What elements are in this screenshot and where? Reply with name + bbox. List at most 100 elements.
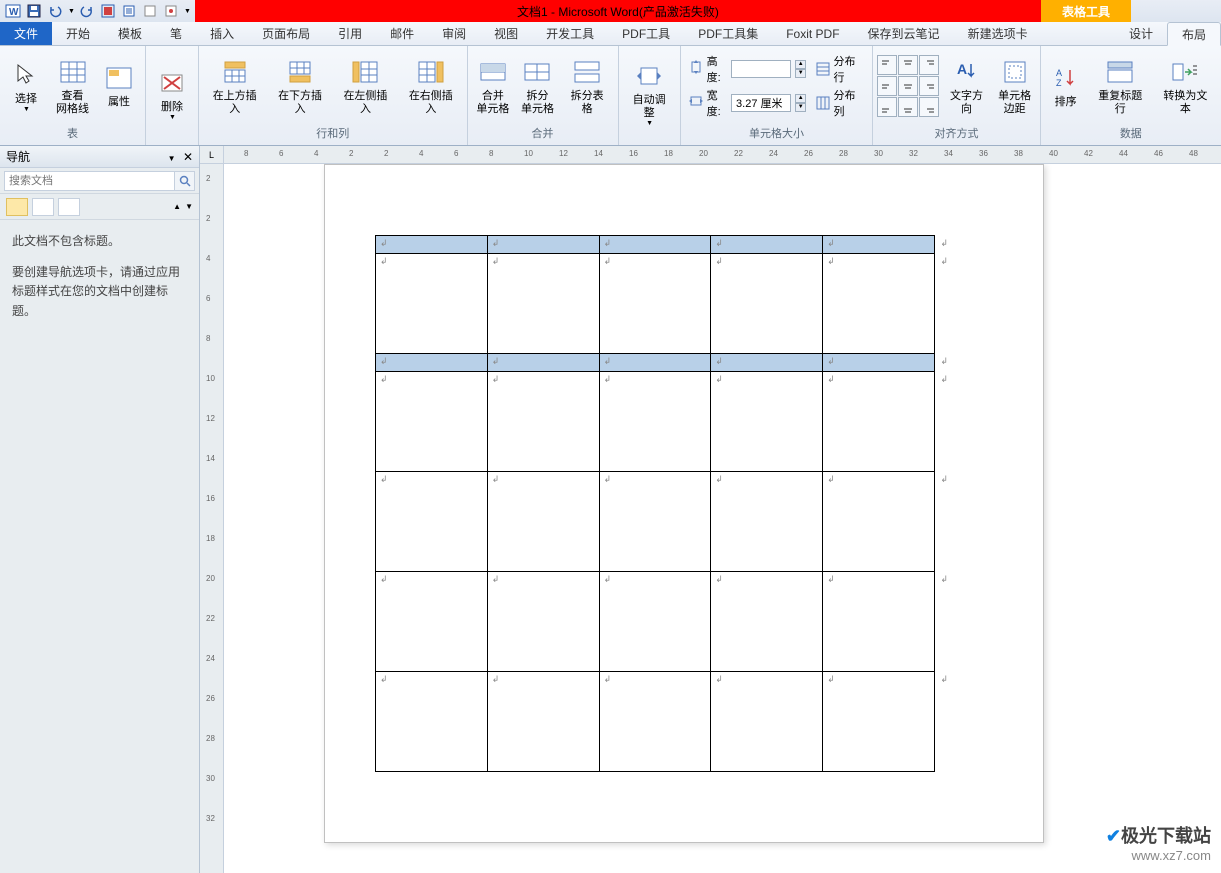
autofit-button[interactable]: 自动调整▼ (623, 58, 676, 129)
tab-pagelayout[interactable]: 页面布局 (248, 22, 324, 45)
nav-prev[interactable]: ▲ (173, 202, 181, 211)
delete-button[interactable]: 删除▼ (150, 65, 194, 123)
align-tl[interactable] (877, 55, 897, 75)
text-direction-button[interactable]: A文字方向 (941, 54, 991, 118)
qat-icon-2[interactable] (120, 2, 138, 20)
split-table-button[interactable]: 拆分表格 (561, 54, 614, 118)
group-table: 选择▼ 查看 网格线 属性 表 (0, 46, 146, 145)
align-mc[interactable] (898, 76, 918, 96)
tab-mailings[interactable]: 邮件 (376, 22, 428, 45)
main-area: 导航 ▼ ✕ ▲ ▼ 此文档不包含标题。 要创建导航选项卡，请通过应用标题样式在… (0, 146, 1221, 873)
nav-view-results[interactable] (58, 198, 80, 216)
nav-no-headings: 此文档不包含标题。 (12, 232, 187, 251)
cursor-icon (10, 59, 42, 91)
select-button[interactable]: 选择▼ (4, 57, 48, 115)
tab-home[interactable]: 开始 (52, 22, 104, 45)
height-spin-up[interactable]: ▲ (795, 60, 806, 69)
align-ml[interactable] (877, 76, 897, 96)
nav-header: 导航 ▼ ✕ (0, 146, 199, 168)
ribbon: 选择▼ 查看 网格线 属性 表 删除▼ 在上方插入 在下方插入 在左侧插入 在右… (0, 46, 1221, 146)
insert-left-button[interactable]: 在左侧插入 (334, 54, 397, 118)
undo-dropdown[interactable]: ▼ (68, 8, 75, 15)
sort-button[interactable]: AZ排序 (1045, 60, 1087, 111)
document-area: L 86422468101214161820222426283032343638… (200, 146, 1221, 873)
tab-cloudnote[interactable]: 保存到云笔记 (854, 22, 954, 45)
qat-icon-4[interactable] (162, 2, 180, 20)
align-br[interactable] (919, 97, 939, 117)
distribute-rows-button[interactable]: 分布行 (816, 53, 864, 85)
nav-view-pages[interactable] (32, 198, 54, 216)
width-label: 宽度: (707, 87, 727, 119)
group-autofit: 自动调整▼ (619, 46, 681, 145)
window-title: 文档1 - Microsoft Word(产品激活失败) (195, 0, 1041, 22)
tab-review[interactable]: 审阅 (428, 22, 480, 45)
ruler-corner: L (200, 146, 224, 164)
alignment-grid (877, 55, 939, 117)
document-table[interactable]: ↲↲↲↲↲↲ ↲↲↲↲↲↲ ↲↲↲↲↲↲ ↲↲↲↲↲↲ ↲↲↲↲↲↲ ↲↲↲↲↲… (375, 235, 935, 772)
qat-customize[interactable]: ▼ (184, 8, 191, 15)
search-button[interactable] (175, 171, 195, 191)
tab-foxitpdf[interactable]: Foxit PDF (772, 22, 853, 45)
qat-icon-3[interactable] (141, 2, 159, 20)
split-cells-button[interactable]: 拆分 单元格 (516, 54, 559, 118)
insert-above-icon (219, 56, 251, 88)
properties-button[interactable]: 属性 (97, 60, 141, 111)
repeat-header-button[interactable]: 重复标题行 (1089, 54, 1152, 118)
svg-text:W: W (9, 7, 19, 18)
autofit-icon (633, 60, 665, 92)
insert-right-button[interactable]: 在右侧插入 (399, 54, 462, 118)
align-tr[interactable] (919, 55, 939, 75)
group-rows-cols: 在上方插入 在下方插入 在左侧插入 在右侧插入 行和列 (199, 46, 468, 145)
view-gridlines-button[interactable]: 查看 网格线 (50, 54, 95, 118)
tab-layout[interactable]: 布局 (1167, 22, 1221, 46)
svg-text:Z: Z (1056, 78, 1062, 88)
tab-insert[interactable]: 插入 (196, 22, 248, 45)
insert-above-button[interactable]: 在上方插入 (203, 54, 266, 118)
text-direction-icon: A (951, 56, 983, 88)
width-spin-down[interactable]: ▼ (795, 103, 806, 112)
nav-next[interactable]: ▼ (185, 202, 193, 211)
delete-icon (156, 67, 188, 99)
tab-references[interactable]: 引用 (324, 22, 376, 45)
align-bl[interactable] (877, 97, 897, 117)
tab-design[interactable]: 设计 (1115, 22, 1167, 45)
tab-pdftools[interactable]: PDF工具 (608, 22, 684, 45)
tab-newtab[interactable]: 新建选项卡 (954, 22, 1042, 45)
group-alignment: A文字方向 单元格 边距 对齐方式 (873, 46, 1040, 145)
distribute-cols-button[interactable]: 分布列 (816, 87, 864, 119)
width-input[interactable] (731, 94, 791, 112)
align-bc[interactable] (898, 97, 918, 117)
height-spin-down[interactable]: ▼ (795, 69, 806, 78)
convert-text-button[interactable]: 转换为文本 (1154, 54, 1217, 118)
nav-dropdown[interactable]: ▼ (168, 154, 176, 163)
vertical-ruler[interactable]: 22468101214161820222426283032 (200, 164, 224, 873)
tab-view[interactable]: 视图 (480, 22, 532, 45)
undo-icon[interactable] (46, 2, 64, 20)
convert-text-icon (1169, 56, 1201, 88)
merge-cells-button[interactable]: 合并 单元格 (472, 54, 515, 118)
redo-icon[interactable] (78, 2, 96, 20)
nav-close[interactable]: ✕ (183, 150, 193, 164)
width-spin-up[interactable]: ▲ (795, 94, 806, 103)
horizontal-ruler[interactable]: 8642246810121416182022242628303234363840… (224, 146, 1221, 164)
save-icon[interactable] (25, 2, 43, 20)
tab-template[interactable]: 模板 (104, 22, 156, 45)
tab-file[interactable]: 文件 (0, 22, 52, 45)
page-holder[interactable]: ↲↲↲↲↲↲ ↲↲↲↲↲↲ ↲↲↲↲↲↲ ↲↲↲↲↲↲ ↲↲↲↲↲↲ ↲↲↲↲↲… (224, 164, 1221, 873)
search-input[interactable] (4, 171, 175, 191)
tab-pen[interactable]: 笔 (156, 22, 196, 45)
merge-icon (477, 56, 509, 88)
svg-text:A: A (957, 61, 967, 77)
tab-pdftoolset[interactable]: PDF工具集 (684, 22, 772, 45)
tab-developer[interactable]: 开发工具 (532, 22, 608, 45)
align-tc[interactable] (898, 55, 918, 75)
insert-below-button[interactable]: 在下方插入 (268, 54, 331, 118)
height-input[interactable] (731, 60, 791, 78)
ribbon-tabs: 文件 开始 模板 笔 插入 页面布局 引用 邮件 审阅 视图 开发工具 PDF工… (0, 22, 1221, 46)
group-data: AZ排序 重复标题行 转换为文本 数据 (1041, 46, 1221, 145)
align-mr[interactable] (919, 76, 939, 96)
document-page: ↲↲↲↲↲↲ ↲↲↲↲↲↲ ↲↲↲↲↲↲ ↲↲↲↲↲↲ ↲↲↲↲↲↲ ↲↲↲↲↲… (324, 164, 1044, 843)
nav-view-headings[interactable] (6, 198, 28, 216)
cell-margins-button[interactable]: 单元格 边距 (994, 54, 1036, 118)
qat-icon-1[interactable] (99, 2, 117, 20)
